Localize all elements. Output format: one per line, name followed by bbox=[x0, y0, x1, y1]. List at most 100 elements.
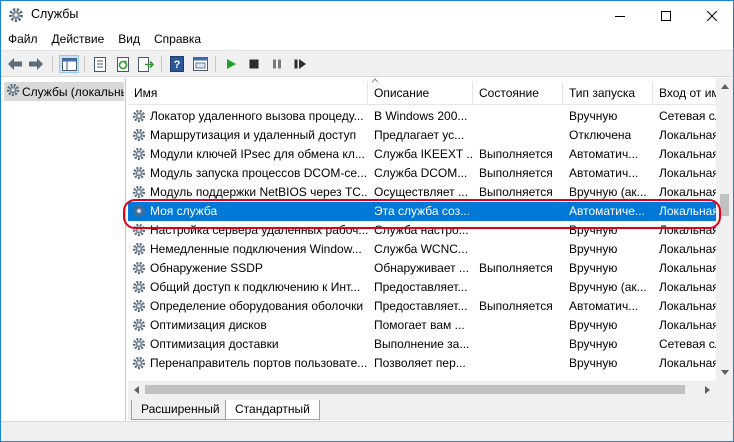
service-gear-icon bbox=[132, 280, 146, 297]
column-header-description[interactable]: Описание bbox=[368, 82, 473, 105]
vertical-scroll-thumb[interactable] bbox=[720, 194, 729, 216]
service-startup-type: Вручную bbox=[569, 109, 618, 123]
table-row[interactable]: Оптимизация дисков Помогает вам ... Вручну… bbox=[128, 316, 718, 335]
service-name: Модули ключей IPsec для обмена кл... bbox=[150, 147, 365, 161]
help-icon[interactable]: ? bbox=[167, 55, 187, 73]
table-row[interactable]: Обнаружение SSDP Обнаруживает ... Выполняе… bbox=[128, 259, 718, 278]
properties-icon[interactable] bbox=[90, 55, 110, 73]
service-state bbox=[479, 221, 565, 240]
service-startup-type: Вручную (ак... bbox=[569, 280, 647, 294]
table-row[interactable]: Маршрутизация и удаленный доступ Предлага… bbox=[128, 126, 718, 145]
minimize-button[interactable] bbox=[597, 1, 643, 30]
service-gear-icon bbox=[132, 128, 146, 145]
toolbar: ? bbox=[1, 50, 733, 77]
back-arrow-icon[interactable] bbox=[5, 55, 25, 73]
service-logon-as: Локальная bbox=[659, 318, 718, 332]
close-button[interactable] bbox=[689, 1, 734, 30]
service-gear-icon bbox=[132, 356, 146, 373]
service-description: Выполнение за... bbox=[374, 337, 470, 351]
column-header-name[interactable]: Имя bbox=[128, 82, 368, 105]
menu-file[interactable]: Файл bbox=[1, 30, 45, 49]
service-description: Служба IKEEXT ... bbox=[374, 147, 474, 161]
service-gear-icon bbox=[132, 223, 146, 240]
scroll-right-icon[interactable] bbox=[699, 381, 716, 398]
horizontal-scroll-thumb[interactable] bbox=[145, 385, 685, 394]
table-row[interactable]: Оптимизация доставки Выполнение за... Вруч… bbox=[128, 335, 718, 354]
tab-standard[interactable]: Стандартный bbox=[225, 400, 320, 420]
toolbar-separator bbox=[161, 56, 162, 72]
table-row[interactable]: Настройка сервера удаленных рабоч... Служ… bbox=[128, 221, 718, 240]
table-row[interactable]: Перенаправитель портов пользовате... Позв… bbox=[128, 354, 718, 373]
refresh-icon[interactable] bbox=[113, 55, 133, 73]
service-startup-type: Отключена bbox=[569, 128, 632, 142]
tree-item-services-local[interactable]: Службы (локальны bbox=[4, 82, 124, 101]
vertical-scrollbar[interactable] bbox=[716, 78, 733, 398]
service-name: Перенаправитель портов пользовате... bbox=[150, 356, 368, 370]
scroll-up-icon[interactable] bbox=[716, 78, 733, 95]
service-gear-icon bbox=[132, 109, 146, 126]
console-icon[interactable] bbox=[190, 55, 210, 73]
service-gear-icon bbox=[132, 261, 146, 278]
table-row[interactable]: Модуль поддержки NetBIOS через TC... Осущ… bbox=[128, 183, 718, 202]
table-row[interactable]: Модули ключей IPsec для обмена кл... Служ… bbox=[128, 145, 718, 164]
pause-icon[interactable] bbox=[267, 55, 287, 73]
forward-arrow-icon[interactable] bbox=[26, 55, 46, 73]
horizontal-scrollbar[interactable] bbox=[128, 381, 716, 398]
svg-text:?: ? bbox=[174, 59, 181, 71]
service-description: Предоставляет... bbox=[374, 280, 468, 294]
toolbar-separator bbox=[52, 56, 53, 72]
service-name: Определение оборудования оболочки bbox=[150, 299, 364, 313]
service-description: Осуществляет ... bbox=[374, 185, 468, 199]
service-gear-icon bbox=[132, 318, 146, 335]
export-icon[interactable] bbox=[136, 55, 156, 73]
header-divider bbox=[128, 104, 718, 105]
service-logon-as: Локальная bbox=[659, 261, 718, 275]
service-description: Служба настро... bbox=[374, 223, 469, 237]
service-state bbox=[479, 335, 565, 354]
console-tree-pane: Службы (локальны bbox=[2, 78, 126, 441]
table-row[interactable]: Локатор удаленного вызова процеду... В Wi… bbox=[128, 107, 718, 126]
stop-icon[interactable] bbox=[244, 55, 264, 73]
column-header-state[interactable]: Состояние bbox=[473, 82, 563, 105]
maximize-button[interactable] bbox=[643, 1, 689, 30]
table-row[interactable]: Немедленные подключения Window... Служба … bbox=[128, 240, 718, 259]
service-description: Служба DCOM... bbox=[374, 166, 468, 180]
table-row-selected[interactable]: Моя служба Эта служба соз... Автоматиче...… bbox=[128, 202, 718, 221]
table-row[interactable]: Общий доступ к подключению к Инт... Предо… bbox=[128, 278, 718, 297]
service-startup-type: Автоматич... bbox=[569, 299, 639, 313]
service-logon-as: Локальная bbox=[659, 299, 718, 313]
service-description: В Windows 200... bbox=[374, 109, 468, 123]
title-bar[interactable]: Службы bbox=[1, 1, 733, 30]
service-logon-as: Локальная bbox=[659, 242, 718, 256]
service-description: Позволяет пер... bbox=[374, 356, 466, 370]
start-icon[interactable] bbox=[221, 55, 241, 73]
service-state: Выполняется bbox=[479, 166, 553, 180]
scroll-left-icon[interactable] bbox=[128, 381, 145, 398]
table-row[interactable]: Модуль запуска процессов DCOM-се... Служб… bbox=[128, 164, 718, 183]
service-state bbox=[479, 316, 565, 335]
service-startup-type: Вручную (ак... bbox=[569, 185, 647, 199]
service-name: Оптимизация доставки bbox=[150, 337, 279, 351]
restart-icon[interactable] bbox=[290, 55, 310, 73]
service-name: Модуль поддержки NetBIOS через TC... bbox=[150, 185, 368, 199]
show-tree-icon[interactable] bbox=[59, 55, 79, 73]
services-gear-icon bbox=[6, 83, 20, 100]
scroll-down-icon[interactable] bbox=[716, 364, 733, 381]
service-startup-type: Автоматич... bbox=[569, 147, 639, 161]
menu-action[interactable]: Действие bbox=[45, 30, 112, 49]
services-window: Службы Файл Действие Вид Справка ? Служб… bbox=[0, 0, 734, 442]
column-header-startup-type[interactable]: Тип запуска bbox=[563, 82, 653, 105]
service-name: Модуль запуска процессов DCOM-се... bbox=[150, 166, 368, 180]
window-title: Службы bbox=[31, 7, 79, 21]
menu-help[interactable]: Справка bbox=[147, 30, 208, 49]
service-state bbox=[479, 107, 565, 126]
service-state bbox=[479, 202, 565, 221]
service-logon-as: Локальная bbox=[659, 280, 718, 294]
menu-view[interactable]: Вид bbox=[111, 30, 147, 49]
service-logon-as: Локальная bbox=[659, 204, 718, 218]
service-startup-type: Вручную bbox=[569, 223, 618, 237]
table-row[interactable]: Определение оборудования оболочки Предост… bbox=[128, 297, 718, 316]
column-header-logon-as[interactable]: Вход от им bbox=[653, 82, 718, 105]
service-startup-type: Вручную bbox=[569, 356, 618, 370]
tab-extended[interactable]: Расширенный bbox=[131, 400, 230, 420]
